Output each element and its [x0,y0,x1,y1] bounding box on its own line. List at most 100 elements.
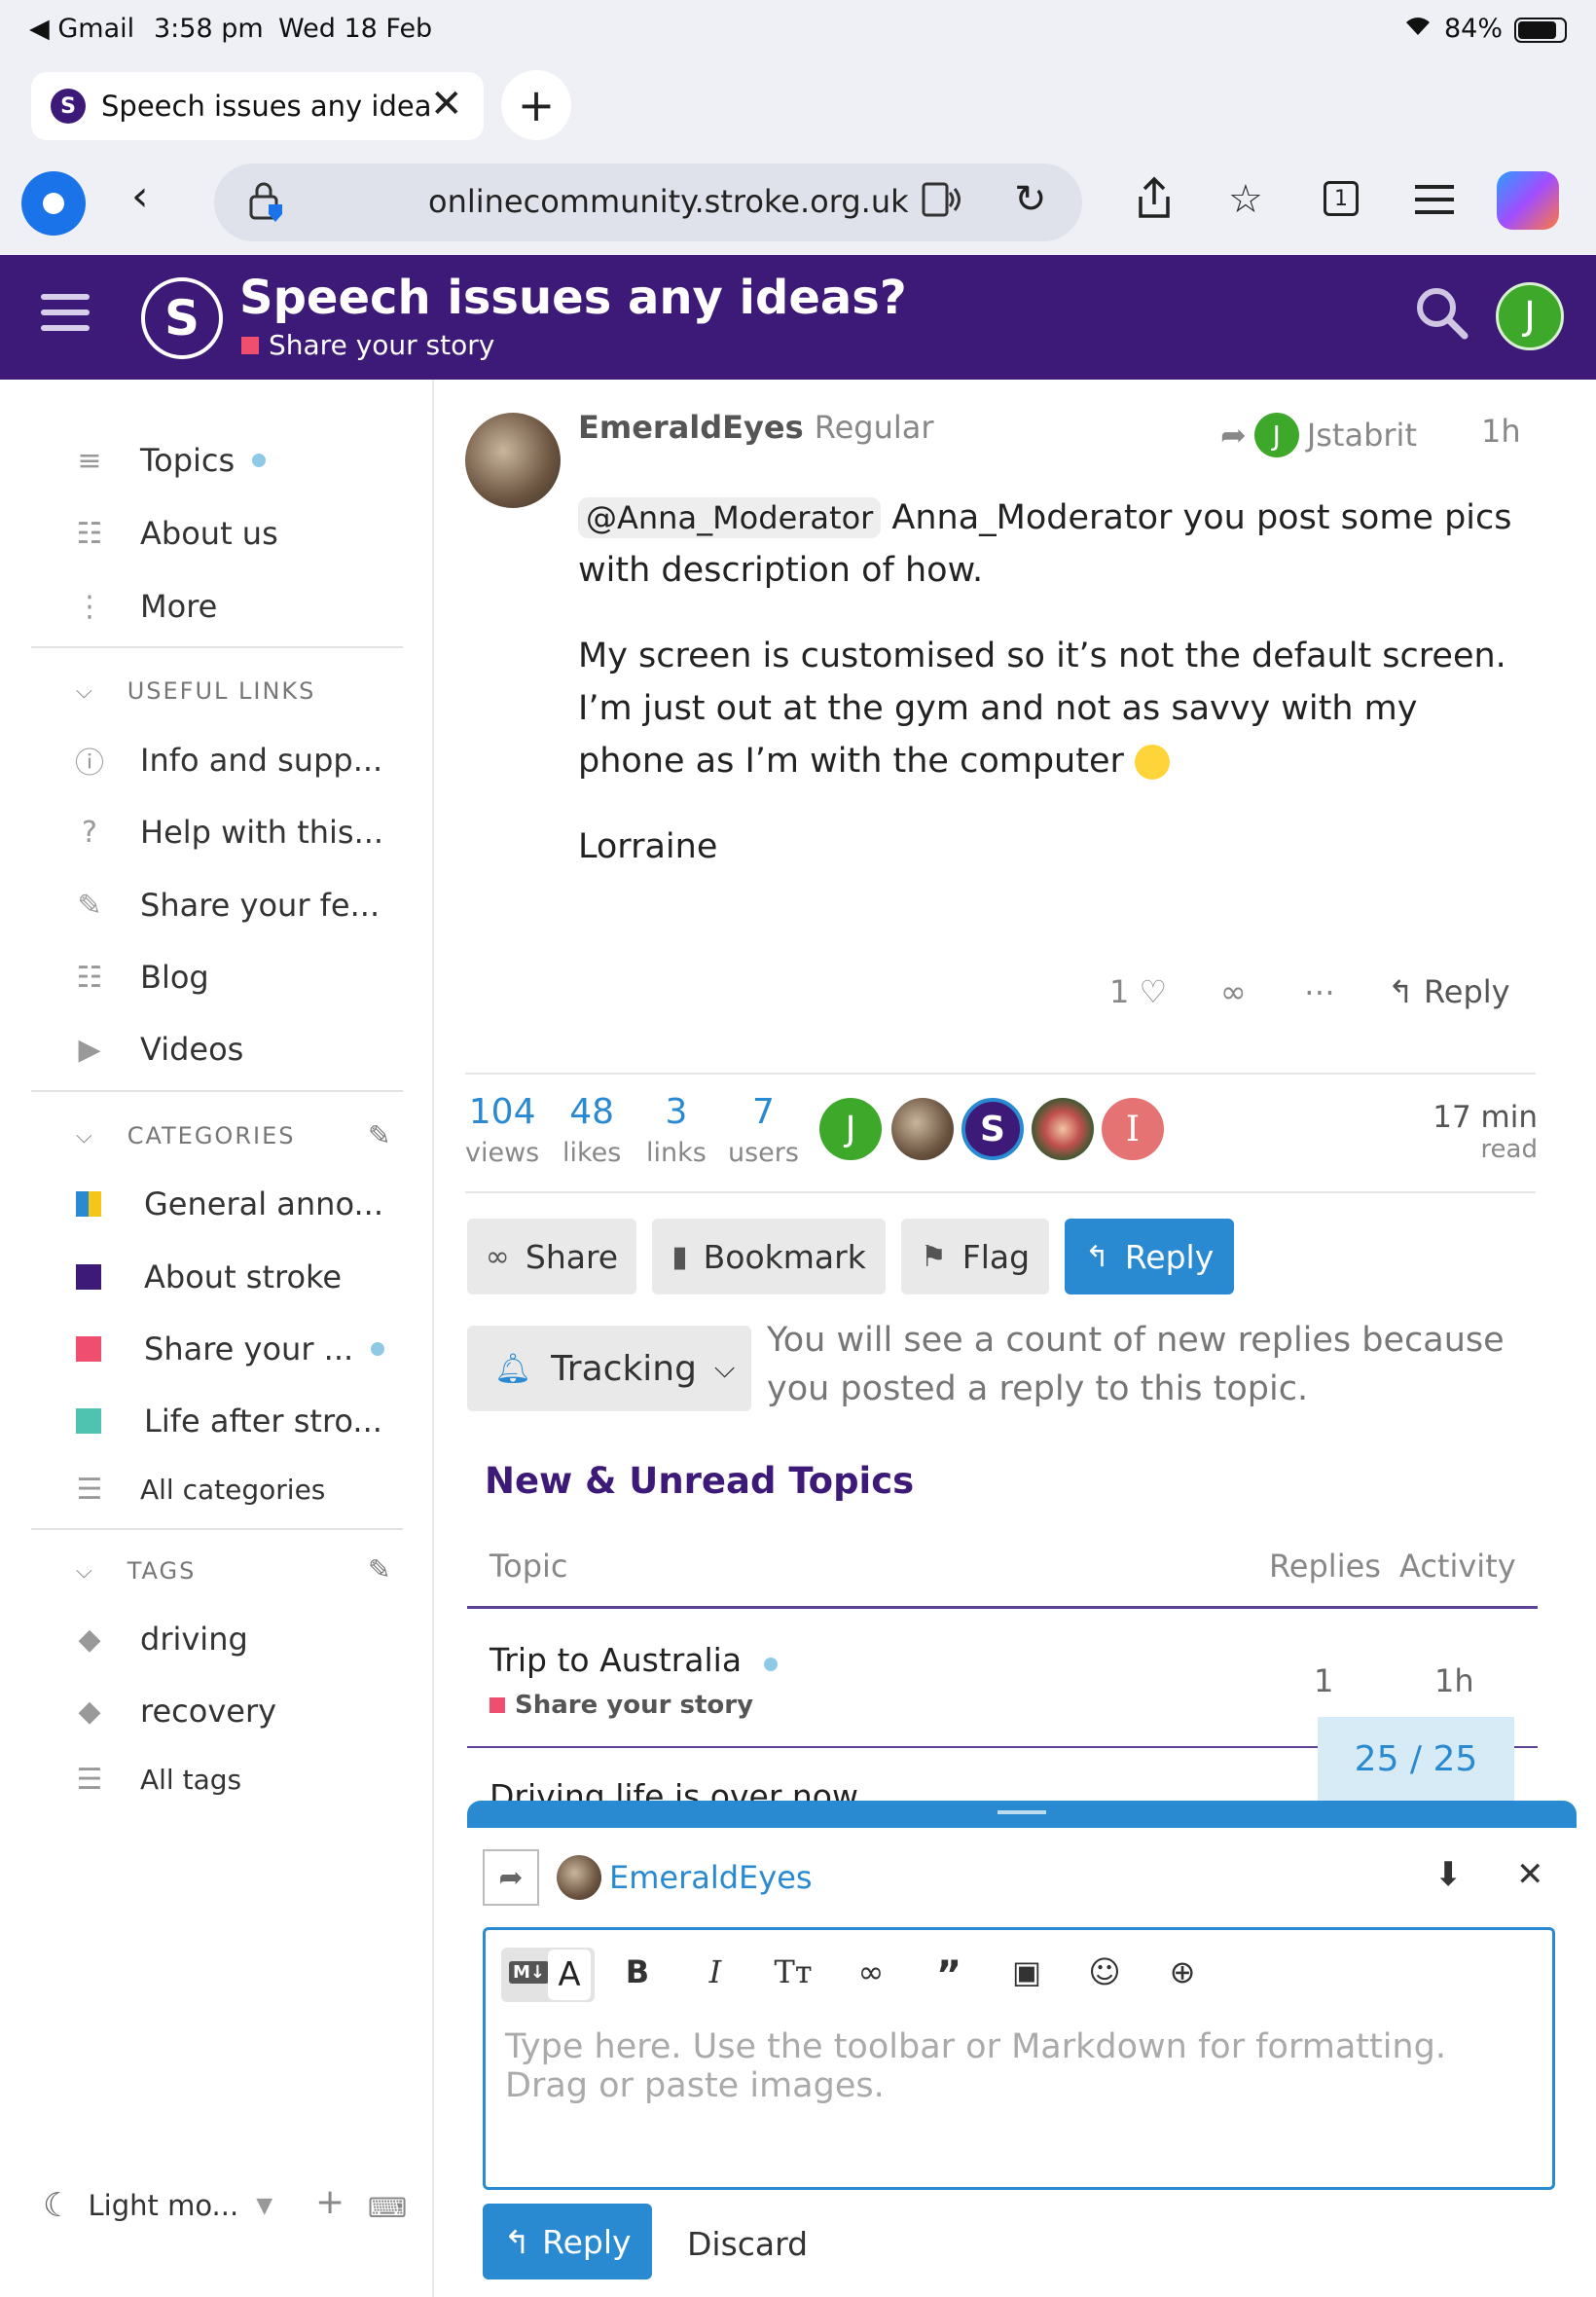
status-back-app[interactable]: ◀ Gmail [29,14,134,44]
share-icon[interactable] [1133,175,1176,226]
suggested-topic-link[interactable]: Driving life is over now [490,1777,858,1801]
reply-to-user[interactable]: EmeraldEyes [609,1859,813,1896]
participant-avatar[interactable] [1032,1098,1094,1160]
participant-avatar[interactable]: I [1102,1098,1164,1160]
sidebar-item-about-us[interactable]: ☷ About us [70,509,278,558]
bookmark-star-icon[interactable]: ☆ [1228,177,1263,222]
copy-link-icon[interactable]: ∞ [1220,973,1247,1010]
section-tags[interactable]: ⌵ TAGS [76,1557,196,1585]
sidebar-item-info[interactable]: ⓘ Info and supp... [70,736,382,784]
topic-category-badge[interactable]: Share your story [490,1691,753,1720]
participant-avatar[interactable]: J [819,1098,882,1160]
sidebar-category-about-stroke[interactable]: About stroke [70,1253,342,1301]
reply-arrow-icon: ➦ [1220,417,1247,454]
tab-count-button[interactable]: 1 [1324,181,1359,216]
composer-action-dropdown[interactable]: ➦ [483,1849,539,1906]
sidebar-tag-recovery[interactable]: ◆ recovery [70,1687,276,1735]
share-button[interactable]: ∞ Share [467,1219,636,1294]
section-useful-links[interactable]: ⌵ USEFUL LINKS [76,677,315,705]
link-icon[interactable]: ∞ [850,1953,892,1990]
copilot-icon[interactable] [1497,171,1559,230]
sidebar-tag-driving[interactable]: ◆ driving [70,1615,247,1663]
wifi-icon [1403,14,1433,44]
post-date[interactable]: 1h [1481,413,1521,450]
current-user-avatar[interactable]: J [1496,282,1564,350]
italic-icon[interactable]: I [694,1953,737,1990]
edit-categories-icon[interactable]: ✎ [368,1119,390,1151]
browser-tab[interactable]: S Speech issues any ideas? ✕ [31,72,484,140]
sidebar-item-help[interactable]: ? Help with this... [70,808,383,857]
browser-chrome: ◀ Gmail 3:58 pm Wed 18 Feb 84% S Speech … [0,0,1596,255]
flag-button[interactable]: ⚑ Flag [901,1219,1049,1294]
suggested-topic-link[interactable]: Trip to Australia [490,1641,778,1679]
new-tab-button[interactable]: + [501,70,571,140]
address-bar[interactable]: onlinecommunity.stroke.org.uk ↻ [214,164,1082,241]
search-icon[interactable] [1413,284,1469,341]
topic-title[interactable]: Speech issues any ideas? [239,271,907,325]
sidebar-category-life-after-stroke[interactable]: Life after stro... [70,1397,382,1445]
mention-link[interactable]: @Anna_Moderator [578,497,882,538]
sidebar-item-videos[interactable]: ▶ Videos [70,1025,243,1074]
discard-button[interactable]: Discard [687,2225,808,2263]
site-logo[interactable]: S [141,277,223,359]
reply-icon: ↰ [1084,1239,1109,1274]
post-author[interactable]: EmeraldEyes Regular [578,409,934,446]
sidebar-category-share-your-story[interactable]: Share your ... [70,1325,385,1373]
sidebar-all-tags[interactable]: ☰ All tags [70,1755,242,1804]
reply-to-tab[interactable]: ➦ J Jstabrit [1220,413,1417,457]
participant-avatar[interactable] [891,1098,954,1160]
refresh-icon[interactable]: ↻ [1014,177,1047,222]
markdown-toggle[interactable]: M↓ A [501,1948,595,2002]
topic-activity[interactable]: 1h [1434,1662,1474,1699]
bold-icon[interactable]: B [616,1953,659,1990]
post-reply-button[interactable]: ↰ Reply [1388,973,1510,1010]
add-icon[interactable]: + [315,2182,345,2222]
divider [465,1191,1536,1193]
post-content: @Anna_Moderator Anna_Moderator you post … [578,492,1512,906]
notification-description: You will see a count of new replies beca… [767,1321,1505,1408]
composer-editor[interactable]: M↓ A B I Tᴛ ∞ ” ▣ ☺ ⊕ Type here. Use the… [483,1927,1555,2190]
list-icon: ☰ [76,1762,103,1797]
composer-reply-button[interactable]: ↰ Reply [483,2204,652,2279]
bookmark-button[interactable]: ▮ Bookmark [652,1219,886,1294]
close-composer-icon[interactable]: ✕ [1516,1855,1544,1894]
moon-icon: ☾ [43,2186,73,2225]
sidebar-category-general[interactable]: General anno... [70,1180,383,1228]
hamburger-menu-icon[interactable] [41,294,90,341]
heading-icon[interactable]: Tᴛ [772,1953,815,1990]
participant-avatar[interactable]: S [961,1098,1024,1160]
keyboard-icon[interactable]: ⌨ [368,2192,407,2224]
sidebar-item-topics[interactable]: ≡ Topics [70,436,267,485]
battery-percent: 84% [1444,14,1504,44]
browser-menu-icon[interactable] [1415,185,1454,214]
stat-users[interactable]: 7 users [728,1092,799,1168]
emoji-icon[interactable]: ☺ [1083,1953,1126,1990]
minimize-composer-icon[interactable]: ⬇︎ [1434,1855,1463,1894]
stat-likes[interactable]: 48 likes [562,1092,621,1168]
image-icon[interactable]: ▣ [1005,1953,1048,1990]
sidebar-item-more[interactable]: ⋮ More [70,582,217,631]
sidebar-item-share-feedback[interactable]: ✎ Share your fe... [70,881,380,930]
reader-mode-icon[interactable] [921,179,965,226]
theme-toggle[interactable]: ☾ Light mo... ▼ [43,2186,272,2225]
sidebar-item-blog[interactable]: ☷ Blog [70,953,209,1002]
edit-tags-icon[interactable]: ✎ [368,1553,390,1586]
column-activity: Activity [1399,1548,1516,1585]
options-icon[interactable]: ⊕ [1161,1953,1204,1990]
section-categories[interactable]: ⌵ CATEGORIES [76,1122,295,1149]
tab-close-icon[interactable]: ✕ [430,82,463,127]
back-icon[interactable]: ‹ [131,171,149,221]
stat-links[interactable]: 3 links [646,1092,707,1168]
topic-progress[interactable]: 25 / 25 [1318,1717,1514,1801]
column-replies: Replies [1269,1548,1381,1585]
profile-icon[interactable] [21,171,86,236]
post-author-avatar[interactable] [465,413,561,508]
like-button[interactable]: 1 ♡ [1109,973,1167,1010]
notification-level-dropdown[interactable]: 🔔︎ Tracking ⌵ [467,1326,751,1411]
composer-resize-grip[interactable] [467,1801,1577,1828]
quote-icon[interactable]: ” [927,1953,970,1998]
sidebar-all-categories[interactable]: ☰ All categories [70,1465,326,1513]
topic-reply-button[interactable]: ↰ Reply [1065,1219,1234,1294]
more-actions-icon[interactable]: ⋯ [1304,973,1335,1010]
topic-category[interactable]: Share your story [241,329,494,361]
